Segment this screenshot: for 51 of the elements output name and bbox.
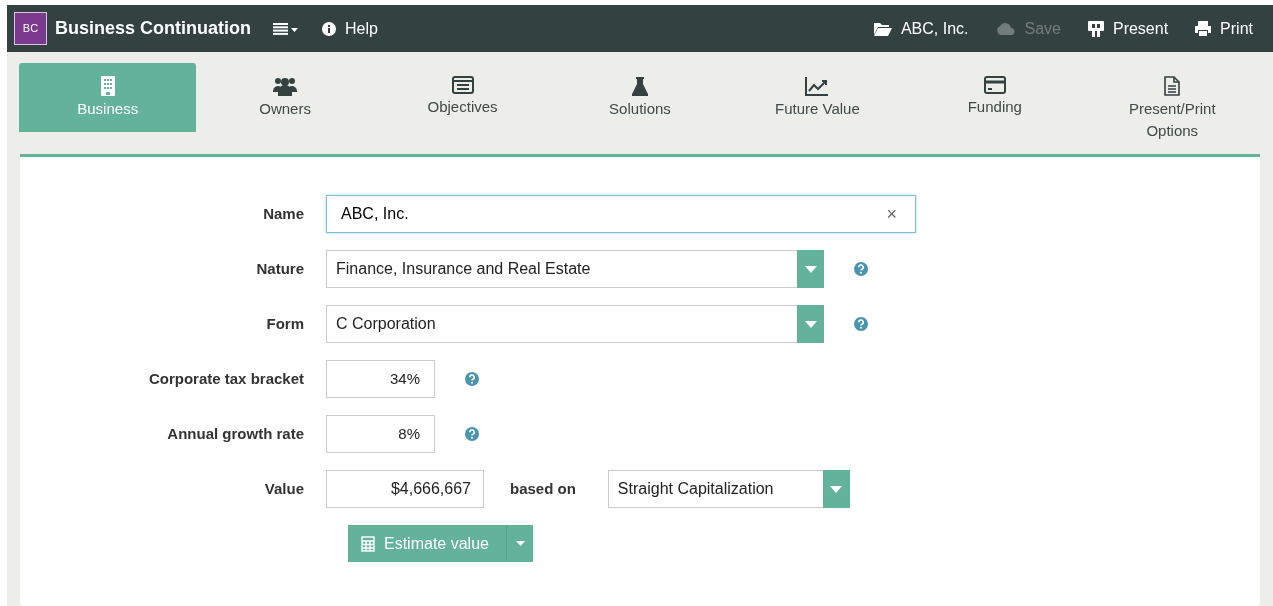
help-icon[interactable] xyxy=(854,262,868,276)
printer-icon xyxy=(1195,21,1212,36)
flask-icon xyxy=(631,76,648,96)
field-label: Annual growth rate xyxy=(166,423,305,444)
clear-icon[interactable]: × xyxy=(886,205,897,223)
caret-icon xyxy=(830,485,843,493)
app-title: Business Continuation xyxy=(55,17,251,40)
method-dropdown[interactable]: Straight Capitalization xyxy=(607,470,850,508)
document-icon xyxy=(1163,76,1182,96)
line-chart-icon xyxy=(805,76,830,96)
estimate-menu-button[interactable] xyxy=(506,525,533,562)
name-field[interactable]: ABC, Inc. × xyxy=(326,195,916,233)
folder-icon xyxy=(873,21,892,36)
percent-field[interactable]: 8% xyxy=(326,415,435,453)
cloud-icon xyxy=(995,22,1016,35)
help-icon[interactable] xyxy=(465,427,479,441)
value-field[interactable]: $4,666,667 xyxy=(326,470,484,508)
credit-card-icon xyxy=(983,76,1006,94)
list-icon xyxy=(451,76,474,94)
tab[interactable]: Owners xyxy=(196,63,374,132)
users-icon xyxy=(273,76,298,96)
info-icon xyxy=(322,21,336,36)
field-label: Corporate tax bracket xyxy=(147,368,305,389)
presentation-icon xyxy=(1087,20,1104,37)
menu-icon xyxy=(273,22,298,35)
app-logo: BC xyxy=(14,12,47,45)
field-label: Form xyxy=(265,313,305,334)
tab[interactable]: Funding xyxy=(906,63,1084,132)
calculator-icon xyxy=(361,535,375,552)
print-button[interactable]: Print xyxy=(1195,16,1253,41)
field-label: based on xyxy=(510,478,576,499)
help-icon[interactable] xyxy=(465,372,479,386)
menu-button[interactable] xyxy=(273,22,298,35)
field-label: Value xyxy=(263,478,305,499)
tab[interactable]: Present/Print Options xyxy=(1083,63,1261,146)
dropdown-field[interactable]: Finance, Insurance and Real Estate xyxy=(326,250,824,288)
tab[interactable]: Objectives xyxy=(373,63,552,132)
caret-icon xyxy=(804,320,817,328)
caret-icon xyxy=(804,265,817,273)
building-icon xyxy=(100,76,115,96)
field-label: Nature xyxy=(255,258,305,279)
present-button[interactable]: Present xyxy=(1087,16,1169,41)
help-button[interactable]: Help xyxy=(322,16,378,41)
tab[interactable]: Solutions xyxy=(551,63,729,132)
tab[interactable]: Future Value xyxy=(728,63,907,132)
caret-icon xyxy=(515,541,525,546)
dropdown-field[interactable]: C Corporation xyxy=(326,305,824,343)
file-button[interactable]: ABC, Inc. xyxy=(873,16,969,41)
help-icon[interactable] xyxy=(854,317,868,331)
field-label: Name xyxy=(262,203,305,224)
percent-field[interactable]: 34% xyxy=(326,360,435,398)
